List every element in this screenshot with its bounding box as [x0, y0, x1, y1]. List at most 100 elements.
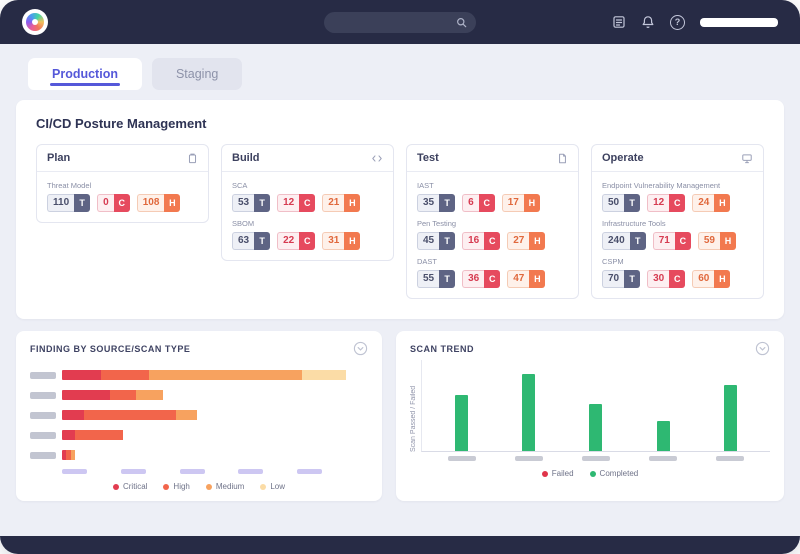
- metric-chip-c[interactable]: 30C: [647, 270, 685, 288]
- metric-chip-h[interactable]: 17H: [502, 194, 540, 212]
- metric-label: Threat Model: [47, 181, 198, 190]
- stacked-bar[interactable]: [62, 410, 368, 420]
- findings-bars: [30, 365, 368, 465]
- stage-card-build: BuildSCA53T12C21HSBOM63T22C31H: [221, 144, 394, 261]
- legend-item-critical[interactable]: Critical: [113, 482, 147, 491]
- metric-chip-c[interactable]: 16C: [462, 232, 500, 250]
- bar-segment-high: [101, 370, 149, 380]
- notifications-icon[interactable]: [641, 15, 655, 29]
- legend-item-failed[interactable]: Failed: [542, 469, 574, 478]
- chevron-circle-icon[interactable]: [353, 341, 368, 356]
- metric-chip-c[interactable]: 12C: [647, 194, 685, 212]
- severity-badge: C: [484, 270, 500, 288]
- stacked-bar[interactable]: [62, 390, 368, 400]
- severity-badge: T: [439, 232, 455, 250]
- app-logo[interactable]: [22, 9, 48, 35]
- scan-trend-title: SCAN TREND: [410, 344, 474, 354]
- metric-row: 50T 12C 24H: [602, 194, 753, 212]
- trend-slot: [589, 360, 602, 451]
- metric-value: 45: [417, 232, 439, 250]
- metric-row: 45T 16C 27H: [417, 232, 568, 250]
- legend-item-low[interactable]: Low: [260, 482, 285, 491]
- finding-bar-row: [30, 445, 368, 465]
- help-icon[interactable]: ?: [670, 15, 685, 30]
- stage-header: Build: [222, 145, 393, 172]
- bar-segment-high: [110, 390, 136, 400]
- trend-slot: [657, 360, 670, 451]
- severity-badge: T: [439, 270, 455, 288]
- legend-item-completed[interactable]: Completed: [590, 469, 639, 478]
- metric-row: 55T 36C 47H: [417, 270, 568, 288]
- legend-dot: [590, 471, 596, 477]
- stacked-bar[interactable]: [62, 450, 368, 460]
- metric-chip-t[interactable]: 50T: [602, 194, 640, 212]
- trend-bar-completed[interactable]: [589, 404, 602, 451]
- legend-item-medium[interactable]: Medium: [206, 482, 244, 491]
- trend-bar-completed[interactable]: [455, 395, 468, 451]
- bar-segment-medium: [149, 370, 302, 380]
- search-input[interactable]: [333, 17, 456, 28]
- metric-value: 12: [647, 194, 669, 212]
- tab-staging[interactable]: Staging: [152, 58, 242, 90]
- legend-item-high[interactable]: High: [163, 482, 189, 491]
- metric-chip-c[interactable]: 0C: [97, 194, 130, 212]
- metric-chip-h[interactable]: 60H: [692, 270, 730, 288]
- legend-label: High: [173, 482, 189, 491]
- metric-chip-c[interactable]: 22C: [277, 232, 315, 250]
- metric-label: Infrastructure Tools: [602, 219, 753, 228]
- bottom-bar: [0, 536, 800, 554]
- stage-title: Build: [232, 152, 260, 164]
- metric-value: 53: [232, 194, 254, 212]
- severity-badge: H: [524, 194, 540, 212]
- metric-chip-h[interactable]: 47H: [507, 270, 545, 288]
- legend-label: Completed: [600, 469, 639, 478]
- metric-chip-t[interactable]: 55T: [417, 270, 455, 288]
- redacted-axis-label: [62, 469, 87, 474]
- severity-badge: H: [714, 194, 730, 212]
- metric-value: 71: [653, 232, 675, 250]
- trend-slot: [724, 360, 737, 451]
- metric-label: Endpoint Vulnerability Management: [602, 181, 753, 190]
- page-body: Production Staging CI/CD Posture Managem…: [0, 44, 800, 536]
- metric-chip-h[interactable]: 31H: [322, 232, 360, 250]
- metric-chip-c[interactable]: 6C: [462, 194, 495, 212]
- metric-chip-c[interactable]: 36C: [462, 270, 500, 288]
- metric-chip-c[interactable]: 12C: [277, 194, 315, 212]
- metric-chip-h[interactable]: 59H: [698, 232, 736, 250]
- posture-card: CI/CD Posture Management PlanThreat Mode…: [16, 100, 784, 319]
- metric-chip-c[interactable]: 71C: [653, 232, 691, 250]
- bar-segment-critical: [62, 430, 75, 440]
- metric-chip-t[interactable]: 53T: [232, 194, 270, 212]
- stacked-bar[interactable]: [62, 370, 368, 380]
- stacked-bar[interactable]: [62, 430, 368, 440]
- metric-label: DAST: [417, 257, 568, 266]
- severity-badge: C: [479, 194, 495, 212]
- metric-value: 108: [137, 194, 165, 212]
- metric-value: 59: [698, 232, 720, 250]
- metric-label: SCA: [232, 181, 383, 190]
- trend-bar-completed[interactable]: [657, 421, 670, 451]
- severity-badge: H: [720, 232, 736, 250]
- metric-chip-h[interactable]: 108H: [137, 194, 181, 212]
- metric-chip-t[interactable]: 35T: [417, 194, 455, 212]
- metric-chip-t[interactable]: 110T: [47, 194, 90, 212]
- metric-chip-h[interactable]: 24H: [692, 194, 730, 212]
- metric-chip-t[interactable]: 45T: [417, 232, 455, 250]
- tasks-icon[interactable]: [612, 15, 626, 29]
- global-search[interactable]: [324, 12, 476, 33]
- metric-value: 12: [277, 194, 299, 212]
- metric-chip-t[interactable]: 63T: [232, 232, 270, 250]
- metric-chip-t[interactable]: 240T: [602, 232, 646, 250]
- trend-slot: [455, 360, 468, 451]
- user-menu-placeholder[interactable]: [700, 18, 778, 27]
- metric-value: 30: [647, 270, 669, 288]
- trend-bar-completed[interactable]: [724, 385, 737, 451]
- metric-chip-h[interactable]: 27H: [507, 232, 545, 250]
- severity-badge: H: [529, 232, 545, 250]
- trend-bar-completed[interactable]: [522, 374, 535, 451]
- chevron-circle-icon[interactable]: [755, 341, 770, 356]
- metric-chip-h[interactable]: 21H: [322, 194, 360, 212]
- tab-production[interactable]: Production: [28, 58, 142, 90]
- search-icon[interactable]: [456, 17, 467, 28]
- metric-chip-t[interactable]: 70T: [602, 270, 640, 288]
